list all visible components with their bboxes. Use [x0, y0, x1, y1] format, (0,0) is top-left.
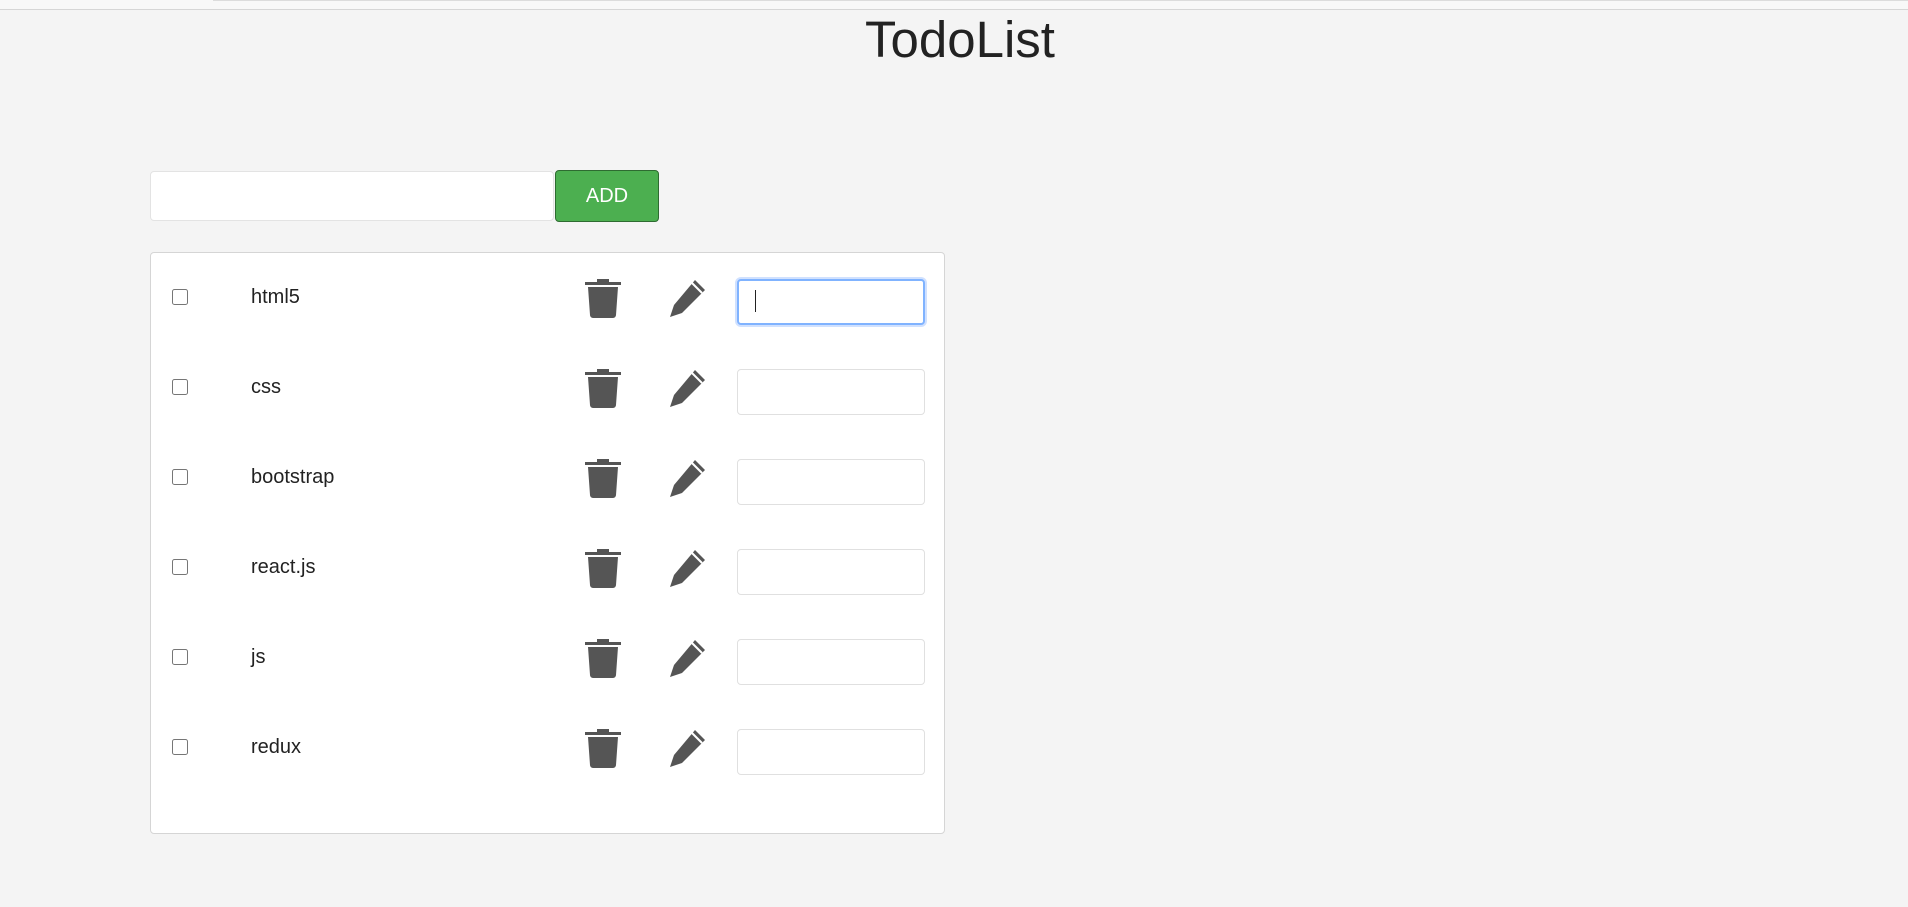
- trash-icon[interactable]: [583, 367, 623, 409]
- todo-checkbox[interactable]: [172, 559, 188, 575]
- todo-item: js: [151, 613, 946, 703]
- trash-icon[interactable]: [583, 457, 623, 499]
- browser-tab-strip: [213, 0, 1908, 1]
- pencil-icon[interactable]: [665, 637, 709, 681]
- edit-todo-input[interactable]: [737, 639, 925, 685]
- todo-checkbox[interactable]: [172, 739, 188, 755]
- pencil-icon[interactable]: [665, 547, 709, 591]
- edit-todo-input[interactable]: [737, 729, 925, 775]
- browser-top-bar: [0, 0, 1908, 10]
- todo-item: react.js: [151, 523, 946, 613]
- todo-checkbox[interactable]: [172, 649, 188, 665]
- edit-todo-input[interactable]: [737, 549, 925, 595]
- trash-icon[interactable]: [583, 727, 623, 769]
- edit-todo-input[interactable]: [737, 369, 925, 415]
- trash-icon[interactable]: [583, 277, 623, 319]
- todo-text: redux: [251, 736, 302, 758]
- new-todo-input[interactable]: [150, 171, 554, 221]
- edit-todo-input[interactable]: [737, 459, 925, 505]
- todo-item: redux: [151, 703, 946, 793]
- todo-text: css: [251, 376, 281, 398]
- pencil-icon[interactable]: [665, 277, 709, 321]
- pencil-icon[interactable]: [665, 727, 709, 771]
- todo-item: bootstrap: [151, 433, 946, 523]
- todo-text: html5: [251, 286, 300, 308]
- trash-icon[interactable]: [583, 547, 623, 589]
- add-button[interactable]: ADD: [555, 170, 659, 222]
- page-title: TodoList: [865, 11, 1055, 68]
- todo-checkbox[interactable]: [172, 289, 188, 305]
- todo-text: js: [251, 646, 266, 668]
- pencil-icon[interactable]: [665, 457, 709, 501]
- text-caret: [755, 290, 756, 312]
- todo-item: html5: [151, 253, 946, 343]
- todo-checkbox[interactable]: [172, 379, 188, 395]
- todo-item: css: [151, 343, 946, 433]
- todo-text: bootstrap: [251, 466, 335, 488]
- todo-text: react.js: [251, 556, 316, 578]
- edit-todo-input[interactable]: [737, 279, 925, 325]
- trash-icon[interactable]: [583, 637, 623, 679]
- todo-list: html5 css bootstrap react.js js redux: [150, 252, 945, 834]
- todo-checkbox[interactable]: [172, 469, 188, 485]
- pencil-icon[interactable]: [665, 367, 709, 411]
